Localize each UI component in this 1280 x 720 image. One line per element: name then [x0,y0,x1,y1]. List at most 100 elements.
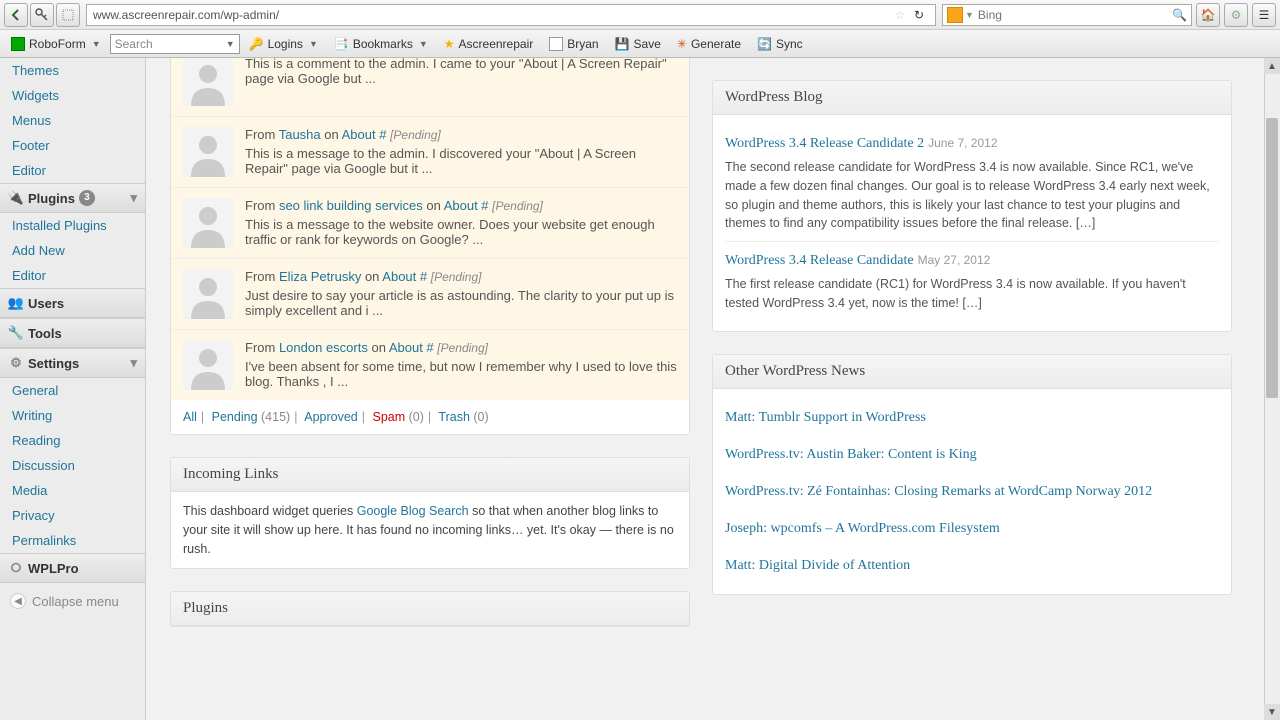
comment-text: This is a message to the admin. I discov… [245,146,677,176]
sync-button[interactable]: 🔄Sync [750,33,810,55]
generate-button[interactable]: ✳Generate [670,33,748,55]
comment-item: This is a comment to the admin. I came t… [171,58,689,117]
reload-button[interactable]: ↻ [909,8,929,22]
filter-trash[interactable]: Trash [438,410,470,424]
pending-tag: [Pending] [431,270,482,284]
arrow-left-icon [10,9,22,21]
collapse-menu[interactable]: ◀ Collapse menu [0,583,145,619]
chevron-down-icon: ▼ [419,39,428,49]
save-button[interactable]: 💾Save [608,33,668,55]
comment-target-link[interactable]: About # [389,340,434,355]
comment-item: From seo link building services on About… [171,188,689,259]
dropdown-icon[interactable]: ▼ [965,10,974,20]
filter-approved[interactable]: Approved [304,410,358,424]
sidebar-item-add-new[interactable]: Add New [0,238,145,263]
ascreen-button[interactable]: ★Ascreenrepair [437,33,540,55]
other-news-widget: Other WordPress News Matt: Tumblr Suppor… [712,354,1232,595]
scroll-thumb[interactable] [1266,118,1278,398]
sidebar-item-footer[interactable]: Footer [0,133,145,158]
sidebar-item-editor[interactable]: Editor [0,158,145,183]
gear-icon: ⚙ [1231,8,1242,22]
sidebar-item-menus[interactable]: Menus [0,108,145,133]
news-link[interactable]: WordPress 3.4 Release Candidate [725,253,914,268]
comment-item: From Tausha on About # [Pending] This is… [171,117,689,188]
sidebar-item-discussion[interactable]: Discussion [0,453,145,478]
chevron-down-icon: ▼ [92,39,101,49]
bookmarks-button[interactable]: 📑Bookmarks▼ [327,33,435,55]
menu-icon: ☰ [1259,8,1270,22]
sidebar-head-settings[interactable]: ⚙Settings▾ [0,348,145,378]
key-icon [35,8,49,22]
sidebar-head-wplpro[interactable]: ⭘WPLPro [0,553,145,583]
sidebar-item-media[interactable]: Media [0,478,145,503]
search-icon[interactable]: 🔍 [1172,8,1187,22]
sidebar-item-installed-plugins[interactable]: Installed Plugins [0,213,145,238]
browser-search-bar[interactable]: ▼ 🔍 [942,4,1192,26]
comment-target-link[interactable]: About # [444,198,489,213]
wplpro-icon: ⭘ [8,560,24,576]
sidebar-head-plugins[interactable]: 🔌 Plugins 3 ▾ [0,183,145,213]
news-link[interactable]: Matt: Digital Divide of Attention [725,547,1219,584]
sidebar-item-reading[interactable]: Reading [0,428,145,453]
browser-search-input[interactable] [978,8,1172,22]
comment-item: From London escorts on About # [Pending]… [171,330,689,400]
filter-pending[interactable]: Pending [212,410,258,424]
news-link[interactable]: WordPress.tv: Austin Baker: Content is K… [725,436,1219,473]
incoming-links-widget: Incoming Links This dashboard widget que… [170,457,690,569]
comment-filter-row: All| Pending (415)| Approved| Spam (0)| … [171,400,689,434]
bookmark-button[interactable] [56,3,80,27]
comment-text: I've been absent for some time, but now … [245,359,677,389]
comment-from: From Tausha on About # [Pending] [245,127,677,142]
comment-author-link[interactable]: Eliza Petrusky [279,269,361,284]
bryan-button[interactable]: Bryan [542,33,605,55]
news-link[interactable]: Matt: Tumblr Support in WordPress [725,399,1219,436]
comment-author-link[interactable]: Tausha [279,127,321,142]
sidebar-item-general[interactable]: General [0,378,145,403]
plugin-icon: 🔌 [8,190,24,206]
menu-button[interactable]: ☰ [1252,3,1276,27]
pending-tag: [Pending] [437,341,488,355]
globe-icon [62,9,74,21]
sidebar-head-users[interactable]: 👥Users [0,288,145,318]
back-button[interactable] [4,3,28,27]
star-icon[interactable]: ☆ [894,8,905,22]
url-bar[interactable]: www.ascreenrepair.com/wp-admin/ ☆ ↻ [86,4,936,26]
news-link[interactable]: Joseph: wpcomfs – A WordPress.com Filesy… [725,510,1219,547]
sidebar-item-privacy[interactable]: Privacy [0,503,145,528]
comment-target-link[interactable]: About # [382,269,427,284]
logins-button[interactable]: 🔑Logins▼ [242,33,325,55]
news-link[interactable]: WordPress 3.4 Release Candidate 2 [725,136,924,151]
scrollbar[interactable]: ▲ ▼ [1264,58,1280,720]
scroll-up-icon[interactable]: ▲ [1264,58,1280,74]
comment-from: From London escorts on About # [Pending] [245,340,677,355]
comment-target-link[interactable]: About # [342,127,387,142]
chevron-down-icon: ▾ [130,190,137,206]
users-icon: 👥 [8,295,24,311]
sidebar-item-permalinks[interactable]: Permalinks [0,528,145,553]
sidebar-item-plugin-editor[interactable]: Editor [0,263,145,288]
collapse-icon: ◀ [10,593,26,609]
news-link[interactable]: WordPress.tv: Zé Fontainhas: Closing Rem… [725,473,1219,510]
filter-spam[interactable]: Spam [372,410,405,424]
filter-all[interactable]: All [183,410,197,424]
identity-button[interactable] [30,3,54,27]
sidebar-item-writing[interactable]: Writing [0,403,145,428]
scroll-down-icon[interactable]: ▼ [1264,704,1280,720]
home-button[interactable]: 🏠 [1196,3,1220,27]
bing-icon [947,7,963,23]
comment-author-link[interactable]: seo link building services [279,198,423,213]
sidebar-item-widgets[interactable]: Widgets [0,83,145,108]
addons-button[interactable]: ⚙ [1224,3,1248,27]
comment-from: From seo link building services on About… [245,198,677,213]
comment-from: From Eliza Petrusky on About # [Pending] [245,269,677,284]
sidebar-head-tools[interactable]: 🔧Tools [0,318,145,348]
comment-text: Just desire to say your article is as as… [245,288,677,318]
comment-author-link[interactable]: London escorts [279,340,368,355]
roboform-button[interactable]: RoboForm▼ [4,33,108,55]
sidebar-item-themes[interactable]: Themes [0,58,145,83]
google-blog-search-link[interactable]: Google Blog Search [357,504,469,518]
admin-sidebar: Themes Widgets Menus Footer Editor 🔌 Plu… [0,58,146,720]
news-date: May 27, 2012 [918,253,991,267]
avatar [183,127,233,177]
roboform-search[interactable]: Search▼ [110,34,240,54]
